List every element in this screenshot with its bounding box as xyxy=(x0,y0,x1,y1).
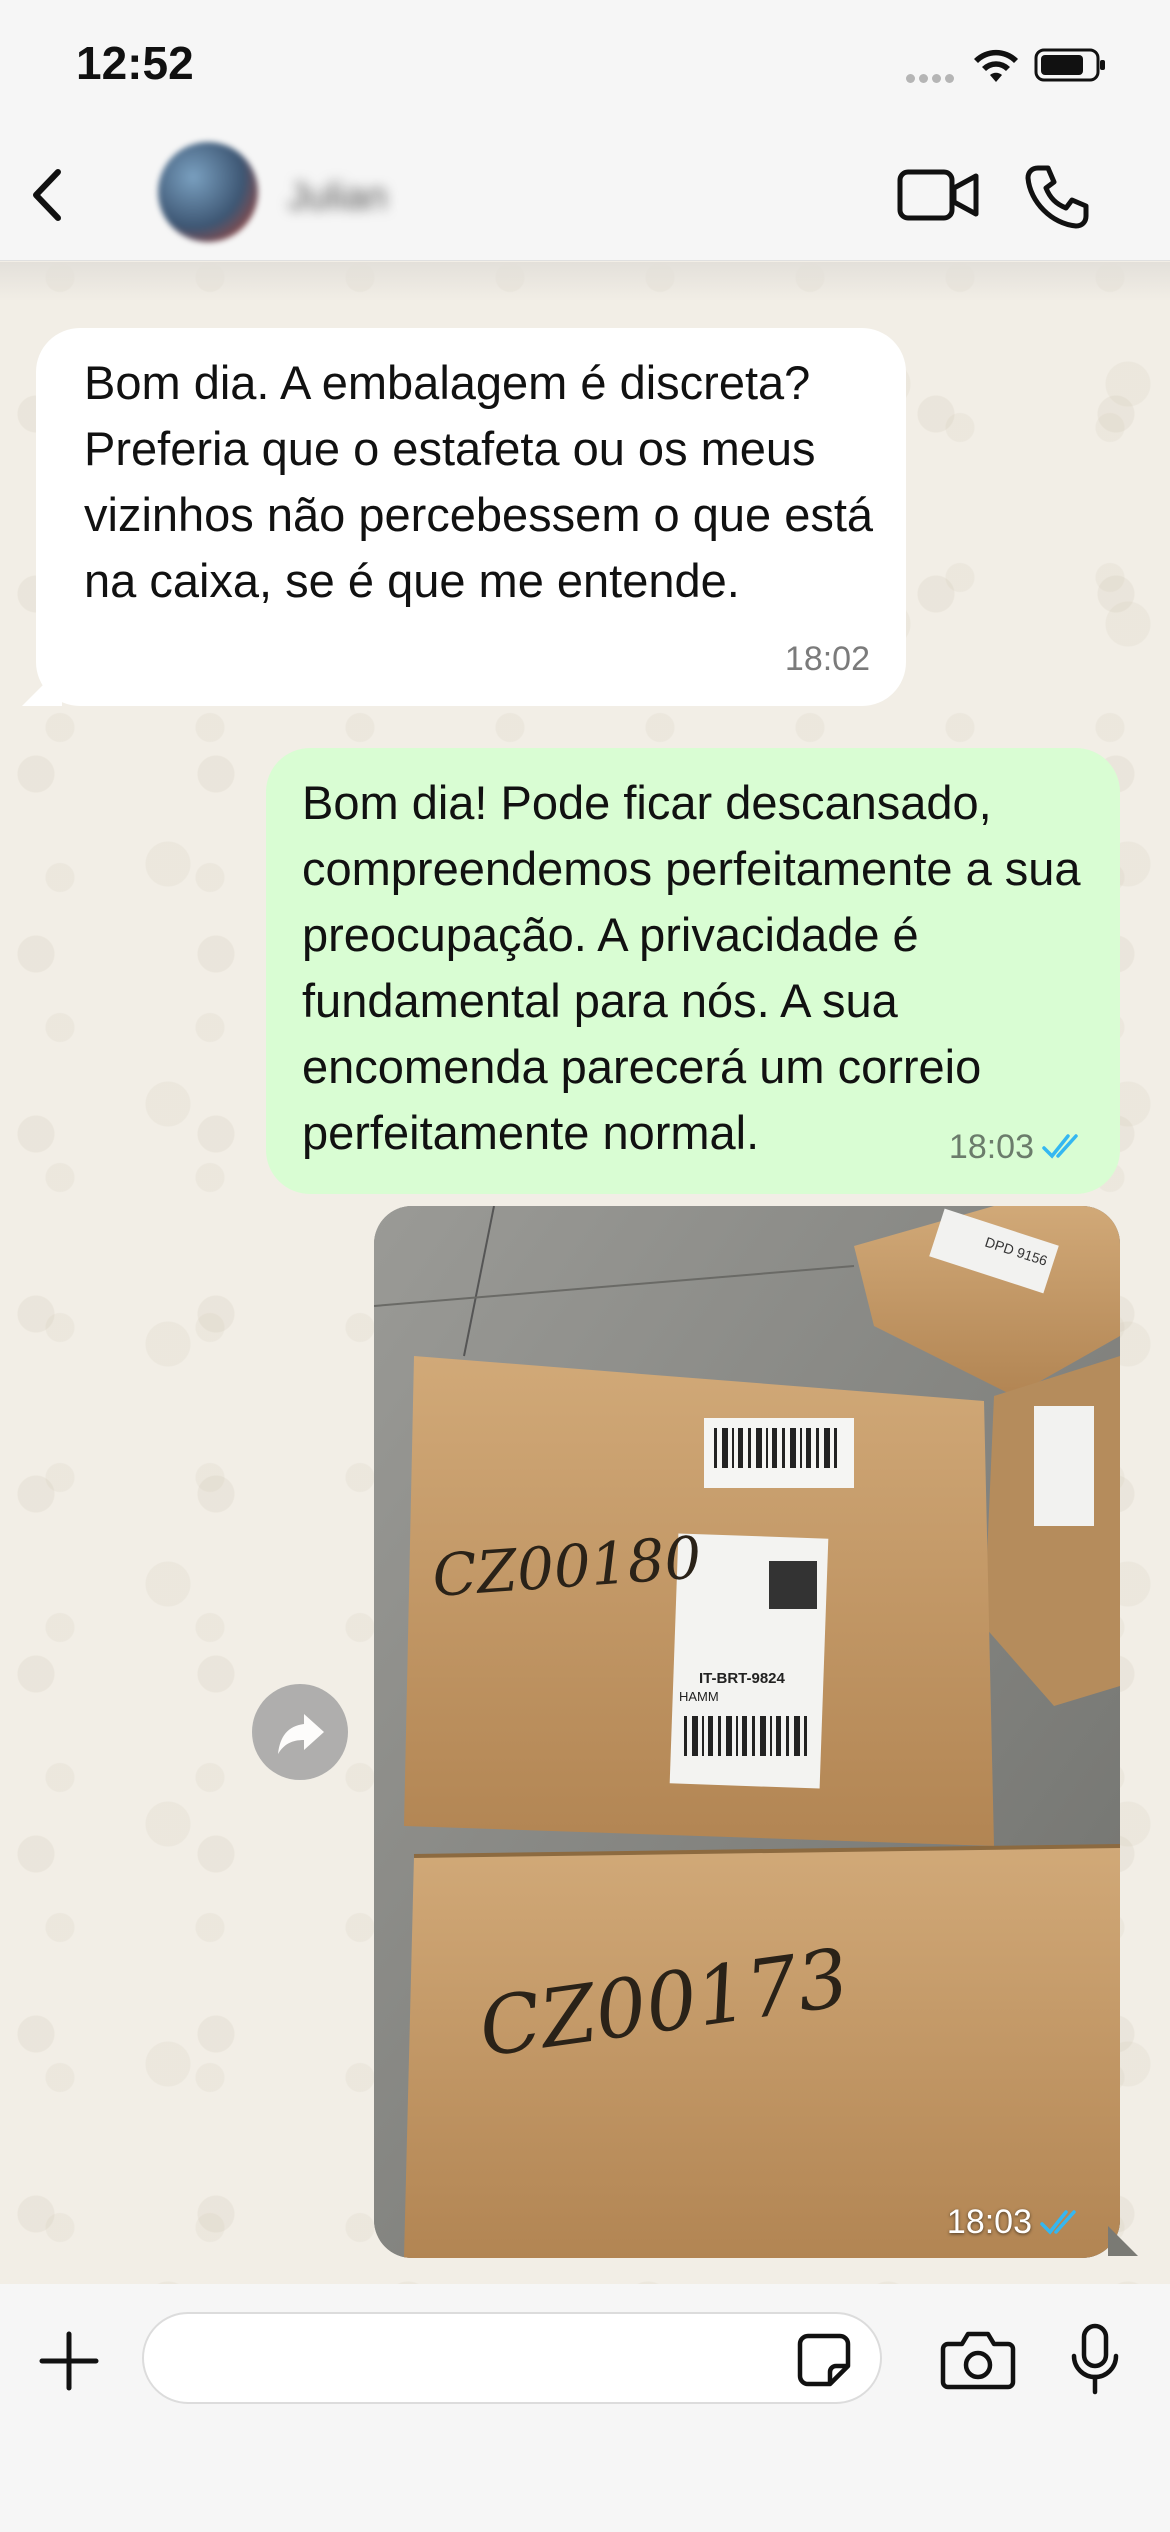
contact-avatar[interactable] xyxy=(158,142,258,242)
status-bar: 12:52 xyxy=(0,0,1170,130)
wifi-icon xyxy=(974,49,1018,82)
outgoing-message-bubble[interactable]: Bom dia! Pode ficar descansado, compreen… xyxy=(266,748,1120,1194)
message-time: 18:02 xyxy=(784,640,870,678)
back-chevron-icon[interactable] xyxy=(18,160,78,230)
contact-name[interactable]: Julian xyxy=(288,176,387,219)
forward-button[interactable] xyxy=(252,1684,348,1780)
read-receipt-icon xyxy=(1042,1134,1078,1159)
package-photo: IT-BRT-9824 HAMM CZ00180 CZ00173 DPD 915… xyxy=(374,1206,1120,2258)
battery-icon xyxy=(1034,48,1105,82)
message-composer xyxy=(0,2284,1170,2532)
chat-header: Julian xyxy=(0,130,1170,261)
parcel-label-sub: HAMM xyxy=(679,1689,719,1704)
message-text: Bom dia! Pode ficar descansado, compreen… xyxy=(302,776,1081,1159)
message-meta: 18:03 xyxy=(949,1114,1090,1180)
sticker-icon[interactable] xyxy=(796,2332,852,2388)
cellular-signal-icon xyxy=(906,70,960,83)
forward-arrow-icon xyxy=(278,1714,324,1754)
message-input[interactable] xyxy=(142,2312,882,2404)
message-time: 18:03 xyxy=(948,1128,1034,1166)
message-meta: 18:03 xyxy=(947,2203,1088,2242)
phone-call-icon[interactable] xyxy=(1024,162,1092,230)
status-time: 12:52 xyxy=(76,37,194,89)
plus-icon[interactable] xyxy=(38,2330,100,2392)
microphone-icon[interactable] xyxy=(1068,2322,1122,2396)
camera-icon[interactable] xyxy=(940,2328,1016,2390)
read-receipt-icon xyxy=(1040,2209,1076,2235)
message-time: 18:03 xyxy=(946,2203,1032,2241)
header-shadow xyxy=(0,262,1170,302)
parcel-label-code: IT-BRT-9824 xyxy=(699,1670,786,1687)
video-call-icon[interactable] xyxy=(896,164,980,226)
image-message[interactable]: IT-BRT-9824 HAMM CZ00180 CZ00173 DPD 915… xyxy=(374,1206,1120,2258)
message-text: Bom dia. A embalagem é discreta? Preferi… xyxy=(84,356,874,607)
incoming-message-bubble[interactable]: Bom dia. A embalagem é discreta? Preferi… xyxy=(22,328,906,706)
